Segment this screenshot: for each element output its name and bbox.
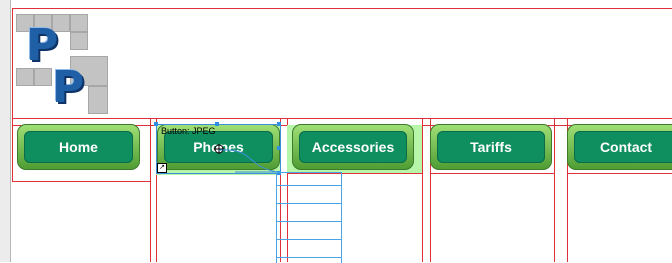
resize-handle[interactable] xyxy=(154,122,158,126)
link-connector-line xyxy=(218,149,278,173)
nav-button-accessories-label: Accessories xyxy=(299,131,407,163)
selection-label: Button: JPEG xyxy=(161,126,216,136)
guide-line-left xyxy=(12,8,13,182)
guide-line-col-1 xyxy=(150,118,151,262)
resize-handle[interactable] xyxy=(215,122,219,126)
editor-canvas[interactable]: P P Home Phones Accessories Tariffs Cont… xyxy=(0,0,672,263)
logo-tile xyxy=(70,14,88,32)
nav-button-tariffs-label: Tariffs xyxy=(437,131,545,163)
dropdown-row-divider xyxy=(277,221,341,222)
guide-line-nav-bottom-1 xyxy=(12,181,150,182)
logo-tile xyxy=(88,86,108,114)
dropdown-row-divider xyxy=(277,257,341,258)
guide-line-col-3 xyxy=(422,118,423,262)
nav-button-home-label: Home xyxy=(24,131,133,163)
guide-line-col-4 xyxy=(554,118,555,262)
resize-handle[interactable] xyxy=(277,122,281,126)
left-ruler-margin xyxy=(0,0,11,262)
logo-tile xyxy=(70,32,88,50)
guide-line-nav-bottom-4 xyxy=(430,173,554,174)
guide-line-top xyxy=(12,8,672,9)
dropdown-row-divider xyxy=(277,185,341,186)
dropdown-row-divider xyxy=(277,239,341,240)
dropdown-row-divider xyxy=(277,203,341,204)
nav-button-home[interactable]: Home xyxy=(17,124,140,170)
nav-button-contact-label: Contact xyxy=(574,131,672,163)
guide-line-nav-bottom-5 xyxy=(567,173,672,174)
logo-letter-bottom: P xyxy=(52,62,85,113)
guide-line-nav-top xyxy=(12,118,672,119)
nav-button-tariffs[interactable]: Tariffs xyxy=(430,124,552,170)
shortcut-icon: ↗ xyxy=(157,163,167,173)
nav-button-contact[interactable]: Contact xyxy=(567,124,672,170)
dropdown-menu-outline[interactable] xyxy=(276,172,342,263)
nav-button-accessories[interactable]: Accessories xyxy=(292,124,414,170)
